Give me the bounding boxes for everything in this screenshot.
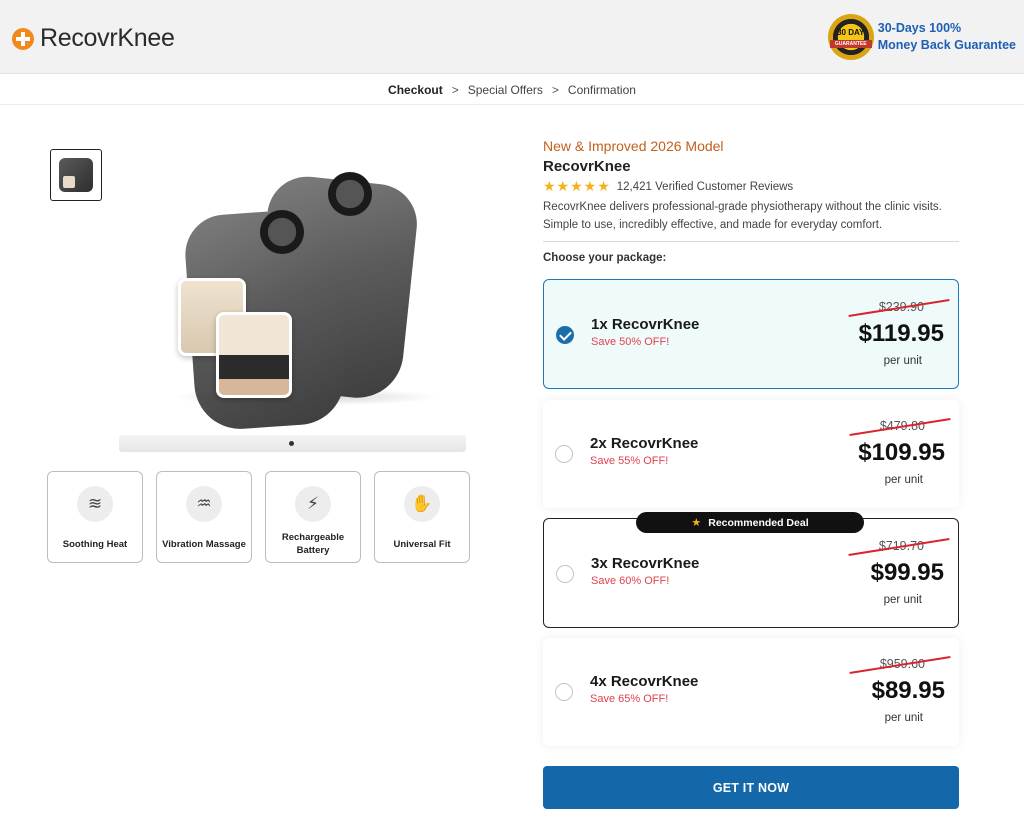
package-option-2[interactable]: 2x RecovrKnee Save 55% OFF! $479.80 $109… — [543, 400, 959, 508]
knee-fit-icon: ✋ — [404, 486, 440, 522]
gallery-thumbnail[interactable] — [50, 149, 102, 201]
breadcrumb-confirmation[interactable]: Confirmation — [568, 83, 636, 97]
inset-photo — [216, 312, 292, 398]
package-unit: per unit — [883, 594, 922, 606]
site-header: RecovrKnee 30 DAY GUARANTEE 30-Days 100%… — [0, 0, 1024, 74]
breadcrumb-checkout[interactable]: Checkout — [388, 83, 443, 97]
package-title: 2x RecovrKnee — [590, 435, 699, 452]
package-unit: per unit — [884, 474, 923, 486]
review-count[interactable]: 12,421 Verified Customer Reviews — [617, 181, 793, 193]
feature-label: Vibration Massage — [162, 538, 246, 550]
package-price: $99.95 — [870, 559, 944, 586]
heat-pod — [260, 210, 304, 254]
package-option-1[interactable]: 1x RecovrKnee Save 50% OFF! $239.90 $119… — [543, 279, 959, 389]
product-info: New & Improved 2026 Model RecovrKnee ★★★… — [543, 138, 959, 264]
vibration-icon: ♒ — [186, 486, 222, 522]
feature-label: Universal Fit — [393, 538, 451, 550]
pager-dot[interactable] — [289, 441, 294, 446]
package-unit: per unit — [883, 355, 922, 367]
package-title: 3x RecovrKnee — [591, 555, 700, 572]
guarantee-text: 30-Days 100% Money Back Guarantee — [878, 20, 1016, 54]
battery-icon: ⚡ — [295, 486, 331, 522]
get-it-now-button[interactable]: GET IT NOW — [543, 766, 959, 809]
package-savings: Save 60% OFF! — [591, 575, 670, 587]
product-image — [150, 160, 470, 432]
product-name: RecovrKnee — [543, 158, 631, 175]
feature-label: Soothing Heat — [62, 538, 128, 550]
guarantee-seal-icon: 30 DAY GUARANTEE — [827, 14, 874, 60]
recommended-label: Recommended Deal — [708, 516, 809, 529]
thumbnail-image — [59, 158, 93, 192]
package-title: 1x RecovrKnee — [591, 316, 700, 333]
feature-label: Rechargeable Battery — [281, 532, 345, 556]
product-description: RecovrKnee delivers professional-grade p… — [543, 198, 959, 242]
model-label: New & Improved 2026 Model — [543, 138, 724, 154]
breadcrumb-separator: > — [551, 82, 559, 97]
package-price: $89.95 — [871, 677, 945, 704]
breadcrumb-separator: > — [451, 82, 459, 97]
heat-waves-icon: ≋ — [77, 486, 113, 522]
feature-vibration-massage: ♒ Vibration Massage — [156, 471, 252, 563]
rating-row: ★★★★★ 12,421 Verified Customer Reviews — [543, 178, 959, 195]
package-radio[interactable] — [555, 445, 573, 463]
guarantee-block: 30 DAY GUARANTEE 30-Days 100% Money Back… — [827, 14, 1016, 60]
guarantee-line-2: Money Back Guarantee — [877, 38, 1016, 52]
feature-list: ≋ Soothing Heat ♒ Vibration Massage ⚡ Re… — [47, 471, 470, 563]
package-radio[interactable] — [556, 565, 574, 583]
breadcrumb-special-offers[interactable]: Special Offers — [468, 83, 543, 97]
star-icon: ★ — [691, 517, 702, 529]
package-option-4[interactable]: 4x RecovrKnee Save 65% OFF! $959.60 $89.… — [543, 638, 959, 746]
feature-rechargeable-battery: ⚡ Rechargeable Battery — [265, 471, 361, 563]
guarantee-line-1: 30-Days 100% — [877, 21, 962, 35]
plus-cross-icon — [12, 27, 34, 50]
gallery-pager[interactable] — [119, 435, 466, 452]
breadcrumb: Checkout > Special Offers > Confirmation — [0, 75, 1024, 105]
brand-logo[interactable]: RecovrKnee — [12, 24, 175, 53]
feature-universal-fit: ✋ Universal Fit — [374, 471, 470, 563]
heat-pod — [328, 172, 372, 216]
package-option-3[interactable]: 3x RecovrKnee Save 60% OFF! $719.70 $99.… — [543, 518, 959, 628]
package-price: $119.95 — [858, 320, 944, 347]
package-title: 4x RecovrKnee — [590, 673, 699, 690]
package-price: $109.95 — [858, 439, 945, 466]
package-savings: Save 65% OFF! — [590, 693, 669, 705]
package-unit: per unit — [884, 712, 923, 724]
feature-soothing-heat: ≋ Soothing Heat — [47, 471, 143, 563]
package-savings: Save 50% OFF! — [591, 336, 670, 348]
package-heading: Choose your package: — [543, 252, 667, 264]
star-rating-icon: ★★★★★ — [543, 178, 611, 194]
package-radio[interactable] — [555, 683, 573, 701]
brand-name: RecovrKnee — [40, 24, 175, 52]
recommended-badge: ★ Recommended Deal — [636, 512, 864, 533]
package-radio[interactable] — [556, 326, 574, 344]
package-savings: Save 55% OFF! — [590, 455, 669, 467]
